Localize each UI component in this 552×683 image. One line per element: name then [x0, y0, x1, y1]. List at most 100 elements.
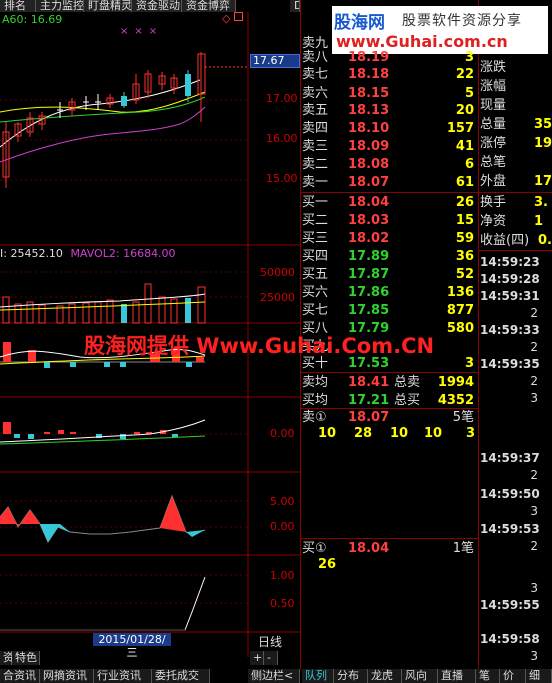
buy-row-6[interactable]: 买六 17.86 136 [302, 283, 478, 302]
tick-row: 3 [480, 390, 552, 407]
ind3-axis-5: 5.00 [270, 495, 295, 508]
logo-tagline: 股票软件资源分享 [402, 13, 522, 29]
stat-limit-up: 涨停 19 [480, 134, 552, 153]
tab-fund-game[interactable]: 资金博弈 [182, 0, 236, 12]
buy-row-7[interactable]: 买七 17.85 877 [302, 301, 478, 320]
tick-row: 14:59:31 [480, 288, 552, 305]
queue-item: 10 [390, 426, 409, 441]
sell-row-2[interactable]: 卖二 18.08 6 [302, 155, 478, 174]
vol-axis-50000: 50000 [260, 266, 295, 279]
queue-sell-header: 卖① 18.07 5笔 [302, 408, 478, 427]
tab-ranking[interactable]: 排名 [0, 0, 36, 12]
tick-qty: 2 [530, 340, 538, 354]
tick-time: 14:59:53 [480, 522, 540, 536]
tab-web-digest[interactable]: 网摘资讯 [40, 669, 94, 683]
volume-label: I: 25452.10 MAVOL2: 16684.00 [0, 247, 176, 260]
stat-total-vol: 总量 35 [480, 115, 552, 134]
buy-vol: 136 [446, 285, 474, 300]
buy-price: 18.04 [348, 195, 390, 210]
sell-row-5[interactable]: 卖五 18.13 20 [302, 101, 478, 120]
buy-row-2[interactable]: 买二 18.03 15 [302, 211, 478, 230]
tab-info[interactable]: 资 [0, 651, 14, 665]
tick-row: 14:59:23 [480, 254, 552, 271]
sell-row-7[interactable]: 卖七 18.18 22 [302, 65, 478, 84]
buy-row-4[interactable]: 买四 17.89 36 [302, 247, 478, 266]
buy-label: 买七 [302, 303, 329, 318]
tick-row: 14:59:58 [480, 631, 552, 648]
tick-time: 14:59:55 [480, 598, 540, 612]
buy-label: 买一 [302, 195, 329, 210]
tick-row: 14:59:53 [480, 521, 552, 538]
buy-price: 17.87 [348, 267, 390, 282]
sell-row-4[interactable]: 卖四 18.10 157 [302, 119, 478, 138]
buy-row-5[interactable]: 买五 17.87 52 [302, 265, 478, 284]
sell-label: 卖七 [302, 67, 329, 82]
zoom-in-button[interactable]: + [250, 651, 264, 665]
period-label[interactable]: 日线 [258, 633, 282, 650]
tick-row: 2 [480, 538, 552, 555]
tick-row: 14:59:35 [480, 356, 552, 373]
buy-row-3[interactable]: 买三 18.02 59 [302, 229, 478, 248]
sell-vol: 157 [446, 121, 474, 136]
tick-time: 14:59:35 [480, 357, 540, 371]
tab-main-force[interactable]: 主力监控 [36, 0, 84, 12]
tick-qty: 3 [530, 581, 538, 595]
stat-current-vol: 现量 [480, 96, 552, 115]
tab-distribution[interactable]: 分布 [334, 669, 368, 683]
stat-label: 换手 [480, 195, 507, 210]
tick-qty: 3 [530, 504, 538, 518]
sell-vol: 41 [455, 139, 474, 154]
tab-price[interactable]: 价 [500, 669, 526, 683]
buy-vol: 26 [455, 195, 474, 210]
sell-vol: 22 [455, 67, 474, 82]
stat-label: 总笔 [480, 155, 507, 170]
tab-combined-info[interactable]: 合资讯 [0, 669, 40, 683]
sell-row-1[interactable]: 卖一 18.07 61 [302, 173, 478, 192]
tab-dragon-tiger[interactable]: 龙虎 [368, 669, 402, 683]
stat-value: 19 [534, 136, 552, 151]
tick-row: 3 [480, 580, 552, 597]
stat-label: 外盘 [480, 174, 507, 189]
sell-price: 18.09 [348, 139, 390, 154]
tab-detail[interactable]: 细 [526, 669, 552, 683]
tab-dde-ranking[interactable]: DDE排名 [290, 0, 300, 12]
tab-live[interactable]: 直播 [438, 669, 476, 683]
tab-trades[interactable]: 笔 [476, 669, 500, 683]
avg-sell-row: 卖均 18.41 总卖 1994 [302, 373, 478, 392]
total-label: 总卖 [394, 375, 421, 390]
queue-count: 5笔 [452, 410, 474, 425]
sell-label: 卖五 [302, 103, 329, 118]
stat-value: 3. [534, 195, 548, 210]
mavol2-value: MAVOL2: 16684.00 [70, 247, 176, 260]
sell-row-3[interactable]: 卖三 18.09 41 [302, 137, 478, 156]
sidebar-toggle[interactable]: 侧边栏< [248, 669, 300, 683]
sell-label: 卖四 [302, 121, 329, 136]
tab-industry-info[interactable]: 行业资讯 [94, 669, 152, 683]
stat-value: 1 [534, 214, 544, 229]
price-marker: 17.67 [250, 54, 300, 68]
tab-order-fill[interactable]: 委托成交 [152, 669, 210, 683]
zoom-out-button[interactable]: - [264, 651, 278, 665]
queue-item: 10 [424, 426, 443, 441]
sell-vol: 6 [464, 157, 474, 172]
tab-watch-elf[interactable]: 盯盘精灵 [84, 0, 132, 12]
buy-row-1[interactable]: 买一 18.04 26 [302, 193, 478, 212]
tab-wind-direction[interactable]: 风向 [402, 669, 438, 683]
total-vol: 1994 [437, 375, 474, 390]
buy-vol: 36 [455, 249, 474, 264]
stat-value: 35 [534, 117, 552, 132]
tick-qty: 3 [530, 391, 538, 405]
stat-label: 涨幅 [480, 79, 507, 94]
buy-price: 17.85 [348, 303, 390, 318]
tick-qty: 2 [530, 468, 538, 482]
sell-price: 18.10 [348, 121, 390, 136]
stat-change-pct: 涨幅 [480, 77, 552, 96]
sell-price: 18.08 [348, 157, 390, 172]
stat-outer-vol: 外盘 17 [480, 172, 552, 191]
sell-label: 卖一 [302, 175, 329, 190]
tab-feature[interactable]: 特色 [12, 651, 40, 665]
buy-price: 18.02 [348, 231, 390, 246]
vol-axis-25000: 25000 [260, 291, 295, 304]
tab-fund-drive[interactable]: 资金驱动 [132, 0, 182, 12]
tab-queue[interactable]: 队列 [302, 669, 334, 683]
